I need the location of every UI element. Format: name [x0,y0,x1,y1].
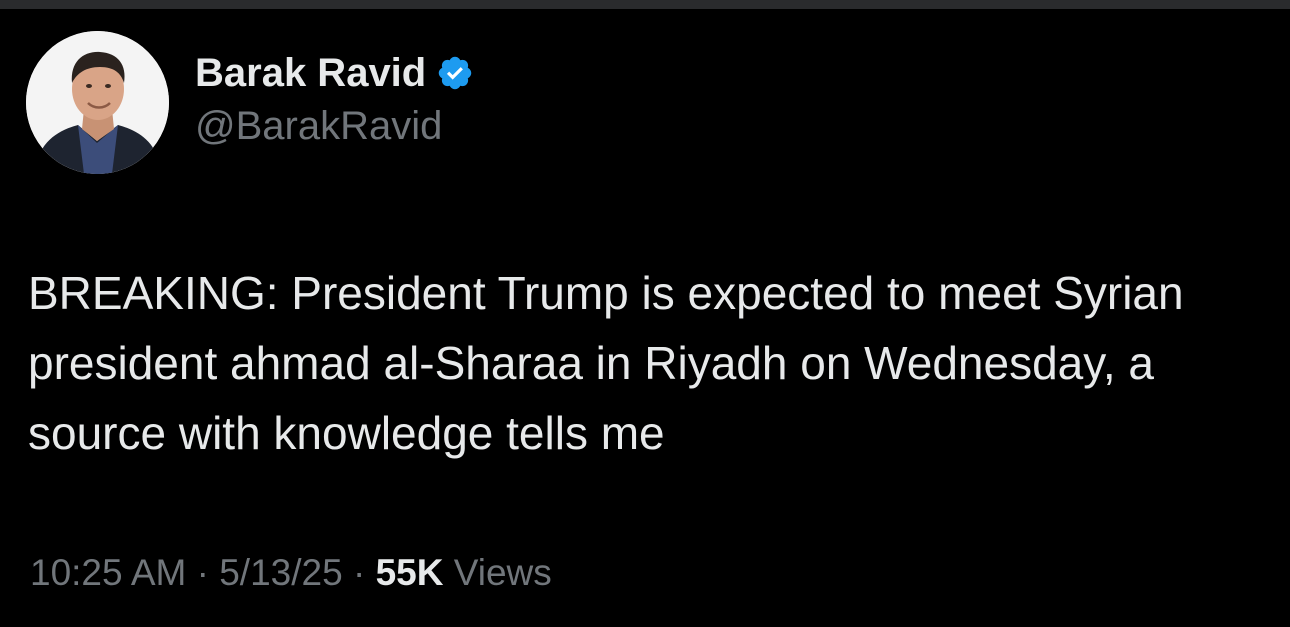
tweet-text: BREAKING: President Trump is expected to… [28,267,1197,459]
views-count[interactable]: 55K [376,552,444,593]
tweet-date[interactable]: 5/13/25 [219,552,342,593]
user-handle[interactable]: @BarakRavid [195,104,474,149]
name-row: Barak Ravid [195,48,474,98]
tweet-meta: 10:25 AM · 5/13/25 · 55K Views [30,552,552,594]
avatar-photo [26,31,169,174]
meta-separator: · [186,552,220,593]
verified-badge-icon[interactable] [436,54,474,92]
avatar[interactable] [26,31,169,174]
meta-separator: · [342,552,376,593]
top-bar [0,0,1290,9]
views-label: Views [443,552,552,593]
tweet-time[interactable]: 10:25 AM [30,552,186,593]
author-block: Barak Ravid @BarakRavid [195,48,474,149]
display-name[interactable]: Barak Ravid [195,51,426,96]
